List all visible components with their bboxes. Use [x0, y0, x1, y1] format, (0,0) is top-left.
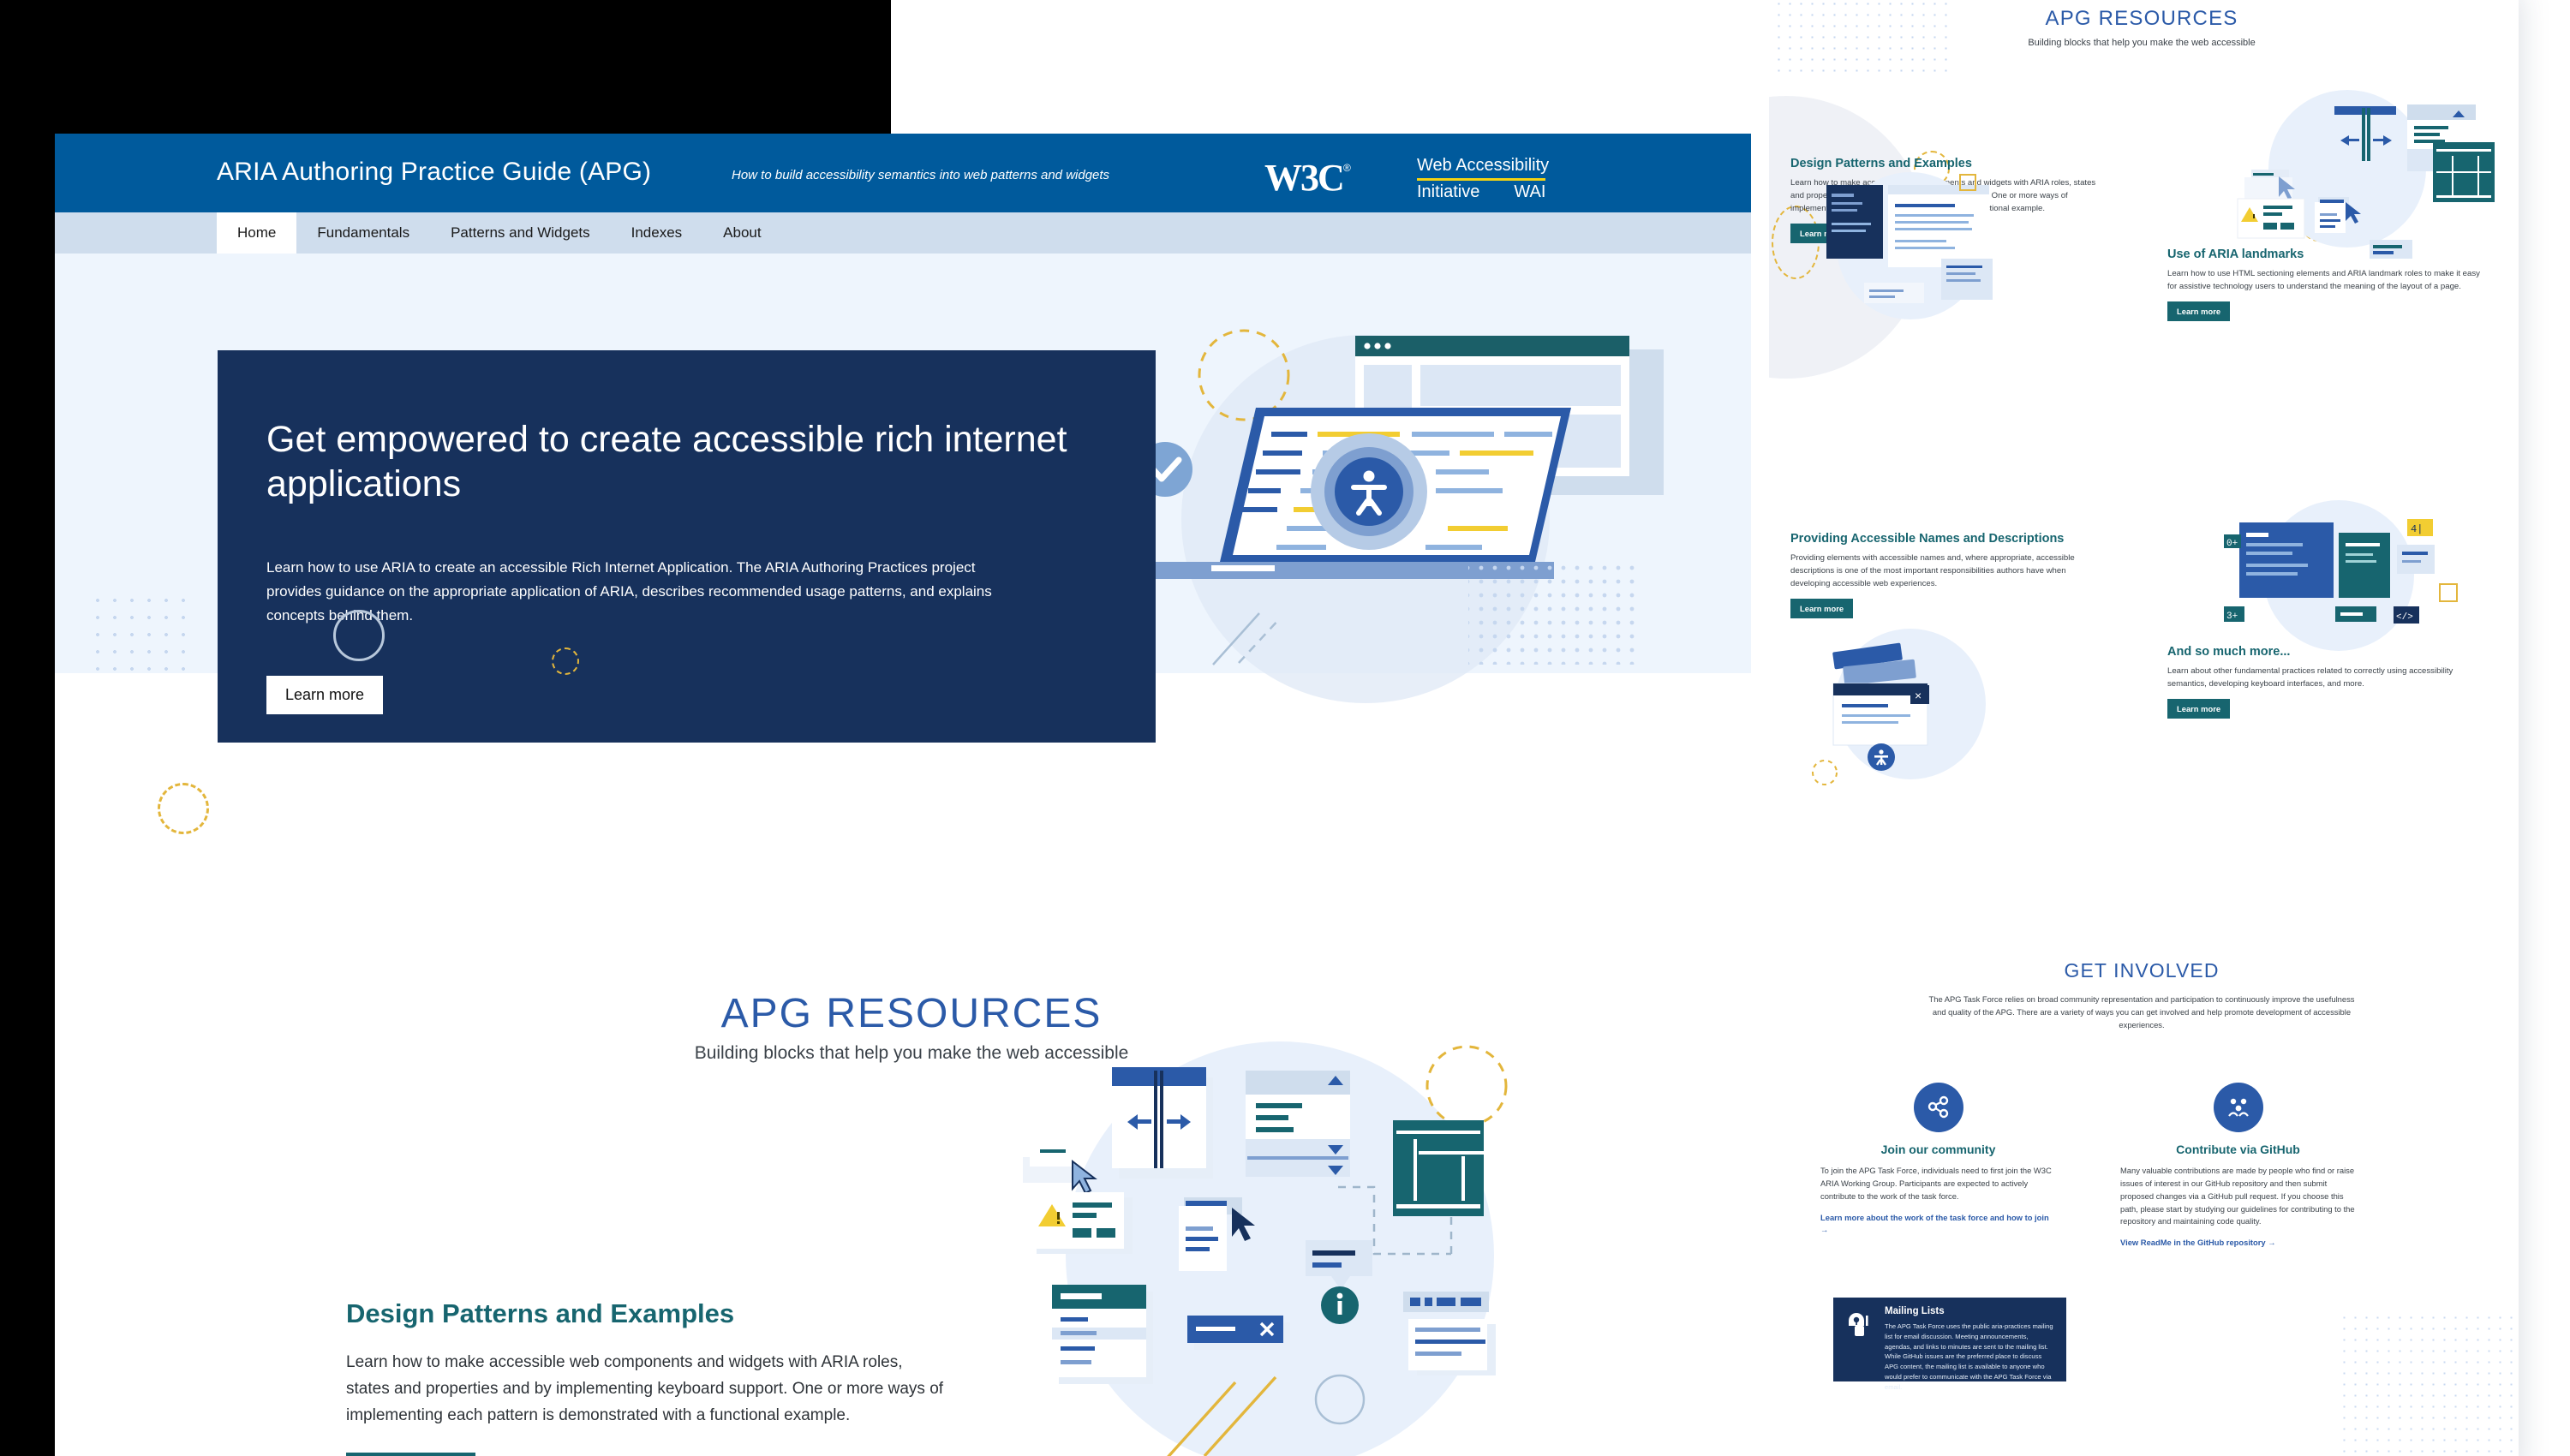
resource-card-title: And so much more...	[2167, 645, 2291, 659]
mailing-lists-body: The APG Task Force uses the public aria-…	[1885, 1322, 2053, 1391]
site-tagline: How to build accessibility semantics int…	[732, 168, 1110, 182]
apg-page-front: ARIA Authoring Practice Guide (APG) How …	[0, 0, 1769, 1456]
nav-item-fundamentals[interactable]: Fundamentals	[296, 212, 430, 254]
resource-card-body: Learn about other fundamental practices …	[2167, 666, 2453, 689]
column-title: Join our community	[1880, 1143, 1996, 1156]
wai-line-1: Web Accessibility	[1417, 156, 1550, 175]
site-header: ARIA Authoring Practice Guide (APG) How …	[55, 134, 1751, 212]
mailbox-icon	[1845, 1310, 1874, 1340]
resources-section-heading: APG RESOURCES	[720, 991, 1103, 1036]
mockup-stage: APG RESOURCES Building blocks that help …	[0, 0, 2570, 1456]
decorative-dashed-circle	[158, 783, 209, 834]
section-body: Learn how to make accessible web compone…	[346, 1353, 944, 1424]
section-title: Design Patterns and Examples	[346, 1298, 735, 1328]
wai-underline	[1417, 178, 1545, 181]
decorative-dashed-circle	[552, 647, 579, 675]
column-title: Contribute via GitHub	[2176, 1143, 2300, 1156]
svg-text:®: ®	[1343, 162, 1351, 174]
landmarks-illustration	[1826, 172, 1993, 319]
hero-card: Get empowered to create accessible rich …	[218, 350, 1156, 743]
hero-body: Learn how to use ARIA to create an acces…	[266, 559, 992, 624]
get-involved-column-github: Contribute via GitHub Many valuable cont…	[2120, 1083, 2356, 1249]
resource-card-learn-more-button[interactable]: Learn more	[2167, 698, 2231, 719]
resource-card-more: And so much more... Learn about other fu…	[2167, 644, 2484, 719]
get-involved-heading: GET INVOLVED	[2064, 959, 2220, 982]
nav-list: Home Fundamentals Patterns and Widgets I…	[217, 212, 1751, 254]
nav-item-home[interactable]: Home	[217, 212, 297, 254]
svg-text:4|: 4|	[2411, 523, 2423, 535]
accessible-names-illustration: 0+ 4| 3+ </>	[2224, 500, 2458, 651]
resource-card-title: Use of ARIA landmarks	[2167, 248, 2304, 261]
svg-text:0+: 0+	[2226, 539, 2238, 549]
get-involved-intro: The APG Task Force relies on broad commu…	[1928, 994, 2355, 1030]
w3c-logo[interactable]: W3C ®	[1264, 159, 1357, 199]
column-body: Many valuable contributions are made by …	[2120, 1166, 2355, 1226]
mailing-list-archive-link[interactable]: View the aria-practices mailing list arc…	[1885, 1404, 2005, 1411]
apg-page-back: APG RESOURCES Building blocks that help …	[1765, 0, 2519, 1456]
wai-logo[interactable]: Web Accessibility Initiative WAI	[1417, 155, 1549, 203]
section-learn-more-button[interactable]: Learn more	[346, 1453, 476, 1456]
wai-line-2-right: WAI	[1514, 182, 1546, 201]
resource-card-learn-more-button[interactable]: Learn more	[2167, 301, 2231, 321]
resource-card-body: Learn how to use HTML sectioning element…	[2167, 269, 2480, 291]
decorative-circle	[333, 610, 385, 661]
decorative-dot-grid-bottom	[2339, 1312, 2519, 1456]
nav-item-indexes[interactable]: Indexes	[611, 212, 703, 254]
decorative-dot-grid-left	[89, 592, 192, 677]
main-navigation: Home Fundamentals Patterns and Widgets I…	[55, 212, 1751, 254]
mailing-lists-panel: Mailing Lists The APG Task Force uses th…	[1833, 1298, 2066, 1411]
resources-subheading: Building blocks that help you make the w…	[2028, 38, 2256, 48]
resource-card-title: Providing Accessible Names and Descripti…	[1790, 532, 2065, 546]
and-more-illustration: ×	[1812, 629, 1986, 785]
hero-illustration	[1109, 329, 1664, 703]
resource-card-landmarks: Use of ARIA landmarks Learn how to use H…	[2167, 247, 2484, 321]
column-body: To join the APG Task Force, individuals …	[1820, 1166, 2052, 1201]
resource-card-body: Providing elements with accessible names…	[1790, 553, 2075, 588]
svg-text:W3C: W3C	[1264, 159, 1343, 199]
svg-text:</>: </>	[2396, 612, 2413, 623]
hero-heading: Get empowered to create accessible rich …	[266, 419, 1067, 505]
page-title: ARIA Authoring Practice Guide (APG)	[217, 158, 652, 186]
github-readme-link[interactable]: View ReadMe in the GitHub repository →	[2120, 1237, 2356, 1249]
share-nodes-icon	[1913, 1083, 1963, 1132]
mailing-lists-title: Mailing Lists	[1885, 1306, 1945, 1316]
resource-card-accessible-names: Providing Accessible Names and Descripti…	[1790, 531, 2107, 618]
design-patterns-illustration	[2237, 90, 2495, 259]
nav-item-about[interactable]: About	[702, 212, 781, 254]
design-patterns-large-illustration	[1023, 1041, 1508, 1456]
svg-text:×: ×	[1915, 689, 1922, 702]
github-people-icon	[2213, 1083, 2263, 1132]
section-design-patterns: Design Patterns and Examples Learn how t…	[346, 1298, 946, 1456]
apg-homepage: ARIA Authoring Practice Guide (APG) How …	[55, 134, 1751, 1456]
hero-learn-more-button[interactable]: Learn more	[266, 676, 384, 714]
get-involved-column-community: Join our community To join the APG Task …	[1820, 1083, 2056, 1236]
wai-line-2-left: Initiative	[1417, 182, 1480, 201]
svg-text:3+: 3+	[2226, 612, 2238, 622]
join-task-force-link[interactable]: Learn more about the work of the task fo…	[1820, 1212, 2056, 1236]
nav-item-patterns-and-widgets[interactable]: Patterns and Widgets	[430, 212, 611, 254]
resources-heading: APG RESOURCES	[2045, 7, 2238, 30]
